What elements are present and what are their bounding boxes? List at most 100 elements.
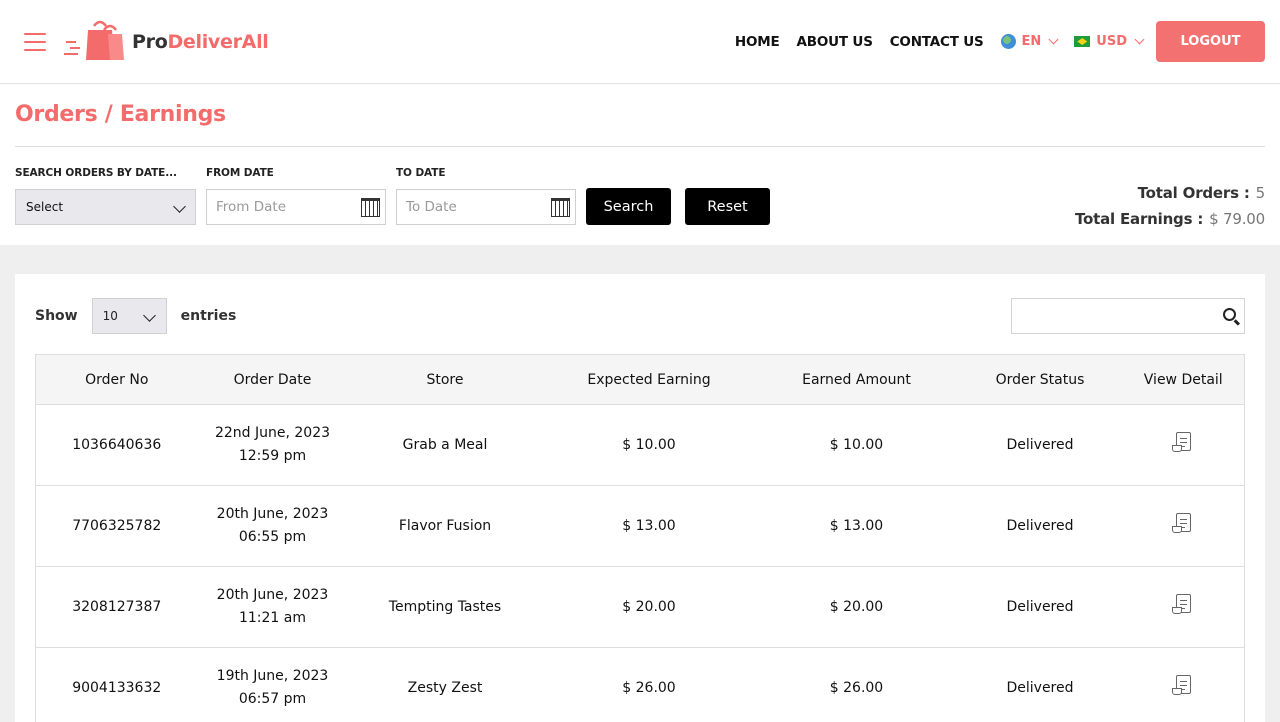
header-order-status[interactable]: Order Status — [957, 354, 1123, 405]
globe-flag-icon — [1000, 34, 1016, 49]
order-time: 12:59 pm — [238, 448, 307, 464]
header-order-no[interactable]: Order No — [35, 354, 198, 405]
main-nav: HOME ABOUT US CONTACT US EN USD LOGOUT — [735, 21, 1265, 62]
chevron-down-icon — [1048, 34, 1059, 45]
filter-bar: SEARCH ORDERS BY DATE... Select FROM DAT… — [0, 147, 1280, 245]
store-cell: Zesty Zest — [347, 647, 543, 722]
order-date-cell: 20th June, 2023 11:21 am — [197, 566, 348, 648]
earned-amount-cell: $ 20.00 — [755, 566, 958, 648]
header-view-detail[interactable]: View Detail — [1122, 354, 1245, 405]
date-range-select-value: Select — [26, 200, 64, 214]
table-row: 9004133632 19th June, 2023 06:57 pm Zesty… — [35, 647, 1245, 722]
date-range-select-group: SEARCH ORDERS BY DATE... Select — [15, 167, 196, 245]
date-range-select[interactable]: Select — [15, 189, 196, 225]
order-status-cell: Delivered — [957, 485, 1123, 567]
to-date-label: TO DATE — [396, 167, 446, 179]
search-button[interactable]: Search — [586, 188, 671, 225]
entries-label: entries — [180, 308, 237, 324]
store-cell: Flavor Fusion — [347, 485, 543, 567]
receipt-icon[interactable] — [1171, 674, 1191, 695]
show-label: Show — [35, 308, 78, 324]
search-icon[interactable] — [1223, 308, 1236, 321]
total-earnings-value: $ 79.00 — [1209, 210, 1265, 228]
receipt-icon[interactable] — [1171, 431, 1191, 452]
total-earnings: Total Earnings : $ 79.00 — [1075, 206, 1265, 232]
order-status-cell: Delivered — [957, 566, 1123, 648]
brand-name: ProDeliverAll — [132, 30, 269, 53]
header-earned-amount[interactable]: Earned Amount — [755, 354, 958, 405]
table-header-row: Order No Order Date Store Expected Earni… — [35, 354, 1245, 405]
order-date: 20th June, 2023 — [216, 506, 329, 522]
earned-amount-cell: $ 26.00 — [755, 647, 958, 722]
chevron-down-icon — [142, 309, 156, 322]
view-detail-cell — [1122, 647, 1245, 722]
brazil-flag-icon — [1074, 36, 1091, 47]
from-date-input[interactable]: From Date — [206, 189, 386, 225]
view-detail-cell — [1122, 404, 1245, 486]
header-expected-earning[interactable]: Expected Earning — [542, 354, 756, 405]
from-date-placeholder: From Date — [216, 199, 287, 215]
view-detail-cell — [1122, 566, 1245, 648]
order-status-cell: Delivered — [957, 404, 1123, 486]
orders-table: Order No Order Date Store Expected Earni… — [35, 354, 1245, 722]
order-no-cell: 1036640636 — [35, 404, 198, 486]
table-row: 3208127387 20th June, 2023 11:21 am Tempt… — [35, 566, 1245, 648]
calendar-icon[interactable] — [551, 198, 570, 217]
view-detail-cell — [1122, 485, 1245, 567]
order-date-cell: 19th June, 2023 06:57 pm — [197, 647, 348, 722]
receipt-icon[interactable] — [1171, 593, 1191, 614]
nav-contact-link[interactable]: CONTACT US — [890, 34, 984, 50]
language-value: EN — [1021, 34, 1042, 49]
top-header: ProDeliverAll HOME ABOUT US CONTACT US E… — [0, 0, 1280, 84]
currency-selector[interactable]: USD — [1074, 34, 1145, 49]
table-search-input[interactable] — [1011, 298, 1245, 334]
order-time: 06:57 pm — [238, 691, 307, 707]
brand-logo[interactable]: ProDeliverAll — [64, 20, 269, 64]
table-controls: Show 10 entries — [35, 298, 1245, 334]
order-date-cell: 20th June, 2023 06:55 pm — [197, 485, 348, 567]
language-selector[interactable]: EN — [1000, 34, 1059, 49]
order-no-cell: 7706325782 — [35, 485, 198, 567]
expected-earning-cell: $ 20.00 — [542, 566, 756, 648]
totals-summary: Total Orders : 5 Total Earnings : $ 79.00 — [1075, 180, 1265, 232]
from-date-label: FROM DATE — [206, 167, 274, 179]
logout-button[interactable]: LOGOUT — [1156, 21, 1265, 62]
order-no-cell: 3208127387 — [35, 566, 198, 648]
header-order-date[interactable]: Order Date — [197, 354, 348, 405]
to-date-placeholder: To Date — [406, 199, 457, 215]
earned-amount-cell: $ 10.00 — [755, 404, 958, 486]
content-area: Show 10 entries Order No Order Date Stor… — [0, 245, 1280, 722]
order-time: 11:21 am — [238, 610, 306, 626]
order-time: 06:55 pm — [238, 529, 307, 545]
expected-earning-cell: $ 13.00 — [542, 485, 756, 567]
store-cell: Grab a Meal — [347, 404, 543, 486]
order-date: 19th June, 2023 — [216, 668, 329, 684]
order-status-cell: Delivered — [957, 647, 1123, 722]
reset-button[interactable]: Reset — [685, 188, 770, 225]
order-date-cell: 22nd June, 2023 12:59 pm — [197, 404, 348, 486]
total-orders-value: 5 — [1255, 184, 1266, 202]
entries-value: 10 — [102, 309, 118, 323]
nav-about-link[interactable]: ABOUT US — [797, 34, 873, 50]
expected-earning-cell: $ 10.00 — [542, 404, 756, 486]
nav-home-link[interactable]: HOME — [735, 34, 780, 50]
expected-earning-cell: $ 26.00 — [542, 647, 756, 722]
receipt-icon[interactable] — [1171, 512, 1191, 533]
table-row: 7706325782 20th June, 2023 06:55 pm Flavo… — [35, 485, 1245, 567]
order-date: 20th June, 2023 — [216, 587, 329, 603]
total-orders-label: Total Orders : — [1137, 184, 1250, 202]
calendar-icon[interactable] — [361, 198, 380, 217]
page-title: Orders / Earnings — [15, 102, 226, 127]
earned-amount-cell: $ 13.00 — [755, 485, 958, 567]
search-by-date-label: SEARCH ORDERS BY DATE... — [15, 167, 177, 179]
hamburger-menu-icon[interactable] — [24, 32, 46, 51]
shopping-bag-logo-icon — [64, 20, 124, 60]
table-row: 1036640636 22nd June, 2023 12:59 pm Grab … — [35, 404, 1245, 486]
currency-value: USD — [1096, 34, 1127, 49]
from-date-group: FROM DATE From Date — [206, 167, 386, 245]
chevron-down-icon — [173, 200, 186, 213]
order-no-cell: 9004133632 — [35, 647, 198, 722]
header-store[interactable]: Store — [347, 354, 543, 405]
entries-per-page-select[interactable]: 10 — [91, 298, 167, 334]
to-date-input[interactable]: To Date — [396, 189, 576, 225]
